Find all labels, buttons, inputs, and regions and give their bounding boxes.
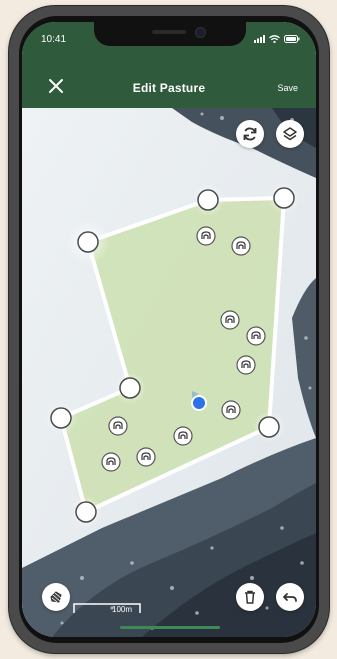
pasture-button[interactable] [42,583,70,611]
livestock-icon [220,310,240,330]
layers-button[interactable] [276,120,304,148]
vertex-handle[interactable] [258,416,280,438]
undo-button[interactable] [276,583,304,611]
livestock-icon [101,452,121,472]
app-screen: 10:41 Edit Pasture Save 100m [22,22,316,637]
livestock-icon [196,226,216,246]
vertex-handle[interactable] [197,189,219,211]
refresh-icon [243,127,257,141]
livestock-icon [246,326,266,346]
vertex-handle[interactable] [273,187,295,209]
page-title: Edit Pasture [132,81,206,95]
trash-icon [245,590,255,604]
vertex-handle[interactable] [75,501,97,523]
map-view[interactable] [22,108,316,637]
livestock-icon [173,426,193,446]
vertex-handle[interactable] [119,377,141,399]
refresh-button[interactable] [236,120,264,148]
layers-icon [283,127,297,141]
pasture-icon [50,591,62,603]
camera-icon [195,27,206,38]
status-time: 10:41 [41,34,67,45]
speaker-grille [152,30,186,34]
signal-icon [254,35,265,43]
scale-label: 100m [112,605,133,614]
vertex-handle[interactable] [50,407,72,429]
livestock-icon [231,236,251,256]
home-indicator [120,626,220,629]
delete-button[interactable] [236,583,264,611]
livestock-icon [136,447,156,467]
save-button[interactable]: Save [277,83,298,93]
wifi-icon [269,35,280,43]
app-header: 10:41 Edit Pasture Save [22,22,316,108]
status-icons [254,35,300,43]
livestock-icon [221,400,241,420]
livestock-icon [236,355,256,375]
phone-notch [94,22,246,46]
vertex-handle[interactable] [77,231,99,253]
battery-icon [284,35,300,43]
livestock-icon [108,416,128,436]
undo-icon [283,593,297,602]
